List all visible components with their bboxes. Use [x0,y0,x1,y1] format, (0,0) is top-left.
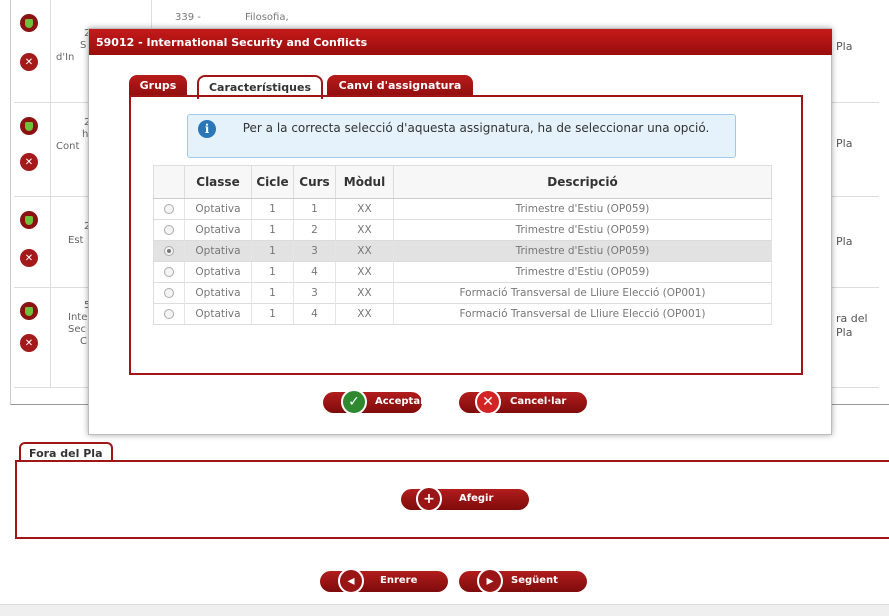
back-arrow-icon: ◂ [338,568,364,594]
cell-curs: 1 [293,198,336,220]
option-radio-cell[interactable] [153,219,185,241]
cell-classe: Optativa [184,261,252,283]
shield-check-icon[interactable] [20,302,38,320]
shield-check-icon[interactable] [20,14,38,32]
column-header-classe: Classe [184,165,252,199]
cell-classe: Optativa [184,303,252,325]
plus-icon: + [416,486,442,512]
options-table: Classe Cicle Curs Mòdul Descripció Optat… [153,165,772,325]
cell-modul: XX [335,198,394,220]
shield-check-icon[interactable] [20,117,38,135]
next-button[interactable]: ▸ Següent [459,568,587,594]
add-button[interactable]: + Afegir [401,486,529,512]
delete-icon[interactable] [20,53,38,71]
table-row[interactable]: Optativa 1 4 XX Trimestre d'Estiu (OP059) [153,261,772,283]
forward-arrow-icon: ▸ [477,568,503,594]
bg-row-status: Pla [836,235,853,248]
cell-curs: 2 [293,219,336,241]
cancel-button[interactable]: ✕ Cancel·lar [459,389,587,415]
check-icon: ✓ [341,389,367,415]
cell-descripcio: Formació Transversal de Lliure Elecció (… [393,282,772,304]
dialog: 59012 - International Security and Confl… [88,28,832,435]
column-header-select [153,165,185,199]
delete-icon[interactable] [20,334,38,352]
option-radio-cell[interactable] [153,261,185,283]
accept-button[interactable]: ✓ Acceptar [323,389,425,415]
column-header-descripcio: Descripció [393,165,772,199]
add-label: Afegir [459,493,494,504]
cell-curs: 4 [293,261,336,283]
back-button[interactable]: ◂ Enrere [320,568,448,594]
cell-cicle: 1 [251,198,294,220]
option-radio-cell[interactable] [153,282,185,304]
table-header-row: Classe Cicle Curs Mòdul Descripció [153,165,772,199]
cell-modul: XX [335,240,394,262]
column-header-cicle: Cicle [251,165,294,199]
bg-row-status: Pla [836,40,853,53]
cell-modul: XX [335,219,394,241]
option-radio[interactable] [164,309,174,319]
back-label: Enrere [380,575,418,586]
accept-label: Acceptar [375,396,425,407]
bg-row-status: Pla [836,137,853,150]
option-radio[interactable] [164,225,174,235]
bg-row-status: ra del Pla [836,312,868,339]
cell-modul: XX [335,303,394,325]
cell-modul: XX [335,282,394,304]
cell-cicle: 1 [251,303,294,325]
cell-curs: 3 [293,282,336,304]
cell-curs: 3 [293,240,336,262]
cell-curs: 4 [293,303,336,325]
cell-modul: XX [335,261,394,283]
cell-descripcio: Trimestre d'Estiu (OP059) [393,219,772,241]
option-radio[interactable] [164,267,174,277]
cell-descripcio: Trimestre d'Estiu (OP059) [393,240,772,262]
option-radio[interactable] [164,204,174,214]
shield-check-icon[interactable] [20,211,38,229]
close-icon: ✕ [475,389,501,415]
delete-icon[interactable] [20,249,38,267]
option-radio-cell[interactable] [153,303,185,325]
tab-panel: i Per a la correcta selecció d'aquesta a… [129,95,803,375]
tab-canvi-assignatura[interactable]: Canvi d'assignatura [327,75,473,97]
cell-descripcio: Formació Transversal de Lliure Elecció (… [393,303,772,325]
option-radio-cell[interactable] [153,240,185,262]
cell-classe: Optativa [184,282,252,304]
cell-classe: Optativa [184,219,252,241]
dialog-title: 59012 - International Security and Confl… [89,29,832,55]
table-row[interactable]: Optativa 1 3 XX Trimestre d'Estiu (OP059) [153,240,772,262]
info-message: i Per a la correcta selecció d'aquesta a… [187,114,736,158]
option-radio[interactable] [164,246,174,256]
column-header-modul: Mòdul [335,165,394,199]
cell-classe: Optativa [184,198,252,220]
fora-del-pla-tab: Fora del Pla [19,442,113,462]
option-radio[interactable] [164,288,174,298]
table-row[interactable]: Optativa 1 1 XX Trimestre d'Estiu (OP059) [153,198,772,220]
tab-grups[interactable]: Grups [129,75,187,97]
cell-cicle: 1 [251,240,294,262]
info-text: Per a la correcta selecció d'aquesta ass… [242,121,710,135]
next-label: Següent [511,575,558,586]
delete-icon[interactable] [20,153,38,171]
table-row[interactable]: Optativa 1 4 XX Formació Transversal de Lliu… [153,303,772,325]
option-radio-cell[interactable] [153,198,185,220]
cell-classe: Optativa [184,240,252,262]
table-row[interactable]: Optativa 1 2 XX Trimestre d'Estiu (OP059) [153,219,772,241]
info-icon: i [198,120,216,138]
table-row[interactable]: Optativa 1 3 XX Formació Transversal de Lliu… [153,282,772,304]
cell-cicle: 1 [251,261,294,283]
cell-descripcio: Trimestre d'Estiu (OP059) [393,261,772,283]
cell-cicle: 1 [251,282,294,304]
cancel-label: Cancel·lar [510,396,567,407]
cell-cicle: 1 [251,219,294,241]
cell-descripcio: Trimestre d'Estiu (OP059) [393,198,772,220]
column-header-curs: Curs [293,165,336,199]
footer-bar [0,604,889,616]
